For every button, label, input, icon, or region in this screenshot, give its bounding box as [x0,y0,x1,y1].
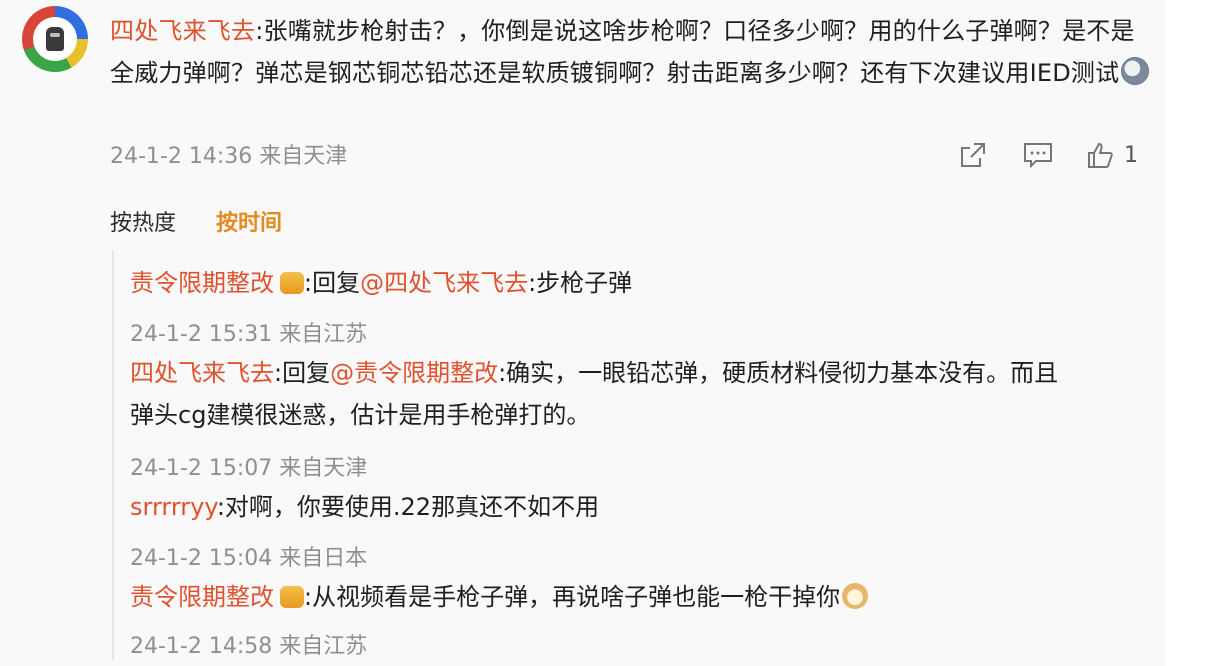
reply-prefix: :回复 [304,269,361,297]
reply-prefix: :回复 [274,359,331,387]
reply-timestamp: 24-1-2 15:31 来自江苏 [130,322,368,347]
reply-text: :从视频看是手枪子弹，再说啥子弹也能一枪干掉你 [304,583,841,611]
like-count: 1 [1124,142,1138,168]
reply-username[interactable]: 责令限期整改 [130,269,274,297]
reply-item: 责令限期整改 :回复@四处飞来飞去:步枪子弹 [130,262,1150,304]
comment-icon [1022,140,1054,170]
reply-timestamp: 24-1-2 15:04 来自日本 [130,546,368,571]
reply-mention[interactable]: @四处飞来飞去 [360,269,528,297]
reply-username[interactable]: 责令限期整改 [130,583,274,611]
reply-timestamp: 24-1-2 15:07 来自天津 [130,456,368,481]
reply-thread: 责令限期整改:回复@四处飞来飞去:步枪子弹 24-1-2 15:31 来自江苏 … [112,250,1164,660]
share-button[interactable] [958,140,988,170]
avatar[interactable] [22,6,88,72]
thumbs-up-icon [1086,141,1114,169]
comment-page: 四处飞来飞去:张嘴就步枪射击？，你倒是说这啥步枪啊？口径多少啊？用的什么子弹啊？… [0,0,1165,666]
reply-username[interactable]: 四处飞来飞去 [130,359,274,387]
reply-timestamp: 24-1-2 14:58 来自江苏 [130,634,368,659]
crown-badge-icon [280,586,304,608]
crown-badge-icon [280,272,304,294]
main-comment: 四处飞来飞去:张嘴就步枪射击？，你倒是说这啥步枪啊？口径多少啊？用的什么子弹啊？… [110,10,1150,94]
like-button[interactable]: 1 [1086,140,1138,170]
sort-bar: 按热度 按时间 [110,205,282,237]
reply-text: :对啊，你要使用.22那真还不如不用 [216,493,600,521]
face-emoji-icon [1121,57,1150,85]
reply-text: :确实，一眼铅芯弹，硬质材料侵彻力基本没有。而且 [498,359,1059,387]
reply-mention[interactable]: @责令限期整改 [330,359,498,387]
reply-item: srrrrryy:对啊，你要使用.22那真还不如不用 [130,486,1150,528]
sort-by-hot-tab[interactable]: 按热度 [110,205,176,237]
comment-text: :张嘴就步枪射击？，你倒是说这啥步枪啊？口径多少啊？用的什么子弹啊？是不是全威力… [110,17,1135,87]
reply-username[interactable]: srrrrryy [130,493,217,521]
reply-item: 四处飞来飞去:回复@责令限期整改:确实，一眼铅芯弹，硬质材料侵彻力基本没有。而且… [130,352,1150,436]
dog-emoji-icon [842,583,869,609]
avatar-inner [33,17,77,61]
share-icon [958,140,988,170]
sort-by-time-tab[interactable]: 按时间 [216,205,282,237]
reply-text: :步枪子弹 [528,269,633,297]
comment-timestamp: 24-1-2 14:36 来自天津 [110,144,348,169]
reply-text-continued: 弹头cg建模很迷惑，估计是用手枪弹打的。 [130,401,591,429]
reply-item: 责令限期整改 :从视频看是手枪子弹，再说啥子弹也能一枪干掉你 [130,576,1150,618]
reply-button[interactable] [1022,140,1054,170]
avatar-figure-icon [46,27,64,51]
comment-username[interactable]: 四处飞来飞去 [110,17,255,45]
